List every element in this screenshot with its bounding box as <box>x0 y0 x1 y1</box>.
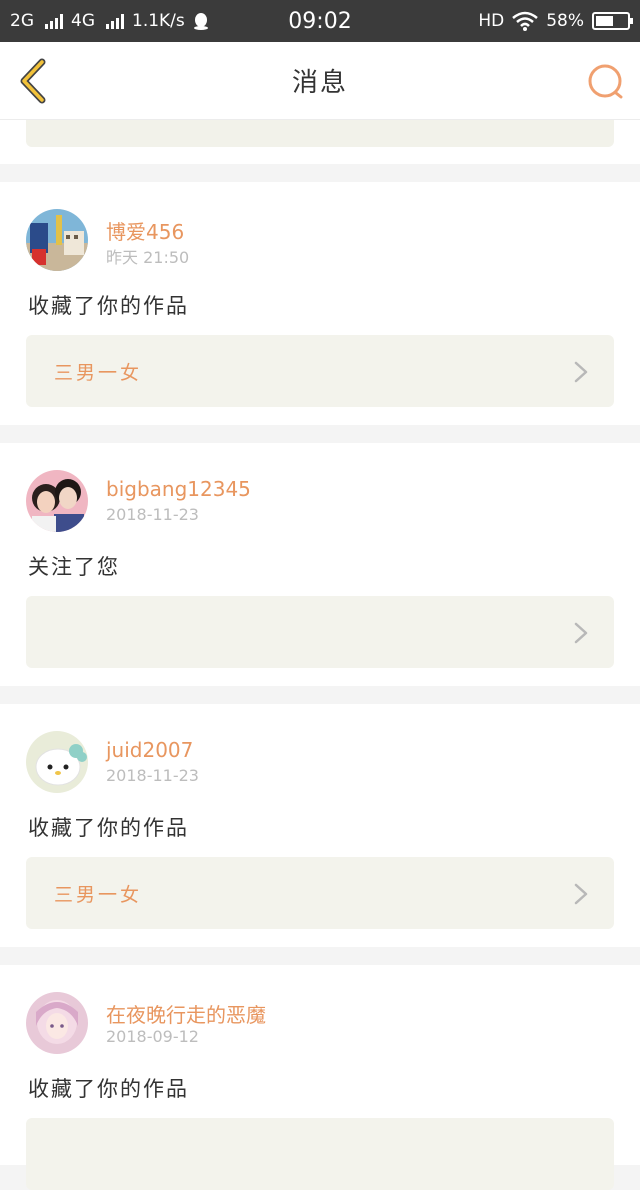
action-text: 关注了您 <box>28 555 120 579</box>
list-item[interactable]: 博爱456 昨天 21:50 收藏了你的作品 三男一女 <box>0 182 640 425</box>
message-list: 博爱456 昨天 21:50 收藏了你的作品 三男一女 bigbang12345… <box>0 90 640 1190</box>
signal-icon <box>106 13 124 29</box>
list-item[interactable]: bigbang12345 2018-11-23 关注了您 <box>0 443 640 686</box>
chevron-right-icon <box>574 883 588 905</box>
avatar[interactable] <box>26 731 88 793</box>
list-item[interactable]: 在夜晚行走的恶魔 2018-09-12 收藏了你的作品 <box>0 965 640 1190</box>
hd-label: HD <box>478 11 505 31</box>
work-link[interactable]: 三男一女 <box>26 335 614 407</box>
work-title: 三男一女 <box>54 361 143 384</box>
work-link[interactable] <box>26 1118 614 1190</box>
status-bar: 2G 4G 1.1K/s 09:02 HD 58% <box>0 0 640 42</box>
timestamp: 2018-11-23 <box>106 766 199 785</box>
battery-icon <box>592 12 633 30</box>
navigation-bar: 消息 <box>0 42 640 120</box>
work-title: 三男一女 <box>54 883 143 906</box>
avatar[interactable] <box>26 209 88 271</box>
back-arrow-icon[interactable] <box>14 58 54 104</box>
battery-percent: 58% <box>546 11 584 31</box>
action-text: 收藏了你的作品 <box>28 294 189 318</box>
search-icon[interactable] <box>586 62 626 102</box>
timestamp: 昨天 21:50 <box>106 248 190 267</box>
work-link[interactable] <box>26 596 614 668</box>
status-right: HD 58% <box>478 11 633 31</box>
chevron-right-icon <box>574 622 588 644</box>
username[interactable]: 在夜晚行走的恶魔 <box>106 999 266 1028</box>
username[interactable]: bigbang12345 <box>106 477 251 501</box>
avatar[interactable] <box>26 992 88 1054</box>
chevron-right-icon <box>574 361 588 383</box>
action-text: 收藏了你的作品 <box>28 1077 189 1101</box>
avatar[interactable] <box>26 470 88 532</box>
list-item[interactable]: juid2007 2018-11-23 收藏了你的作品 三男一女 <box>0 704 640 947</box>
username[interactable]: juid2007 <box>106 738 193 762</box>
qq-icon <box>193 13 208 30</box>
wifi-icon <box>512 11 539 31</box>
network-4g-label: 4G <box>71 11 95 31</box>
page-title: 消息 <box>291 68 348 98</box>
timestamp: 2018-09-12 <box>106 1027 199 1046</box>
signal-icon <box>45 13 63 29</box>
status-left: 2G 4G 1.1K/s <box>10 11 209 31</box>
list-item-partial[interactable] <box>0 90 640 164</box>
network-2g-label: 2G <box>10 11 34 31</box>
network-speed: 1.1K/s <box>132 11 185 31</box>
action-text: 收藏了你的作品 <box>28 816 189 840</box>
username[interactable]: 博爱456 <box>106 216 184 245</box>
timestamp: 2018-11-23 <box>106 505 199 524</box>
work-link[interactable]: 三男一女 <box>26 857 614 929</box>
